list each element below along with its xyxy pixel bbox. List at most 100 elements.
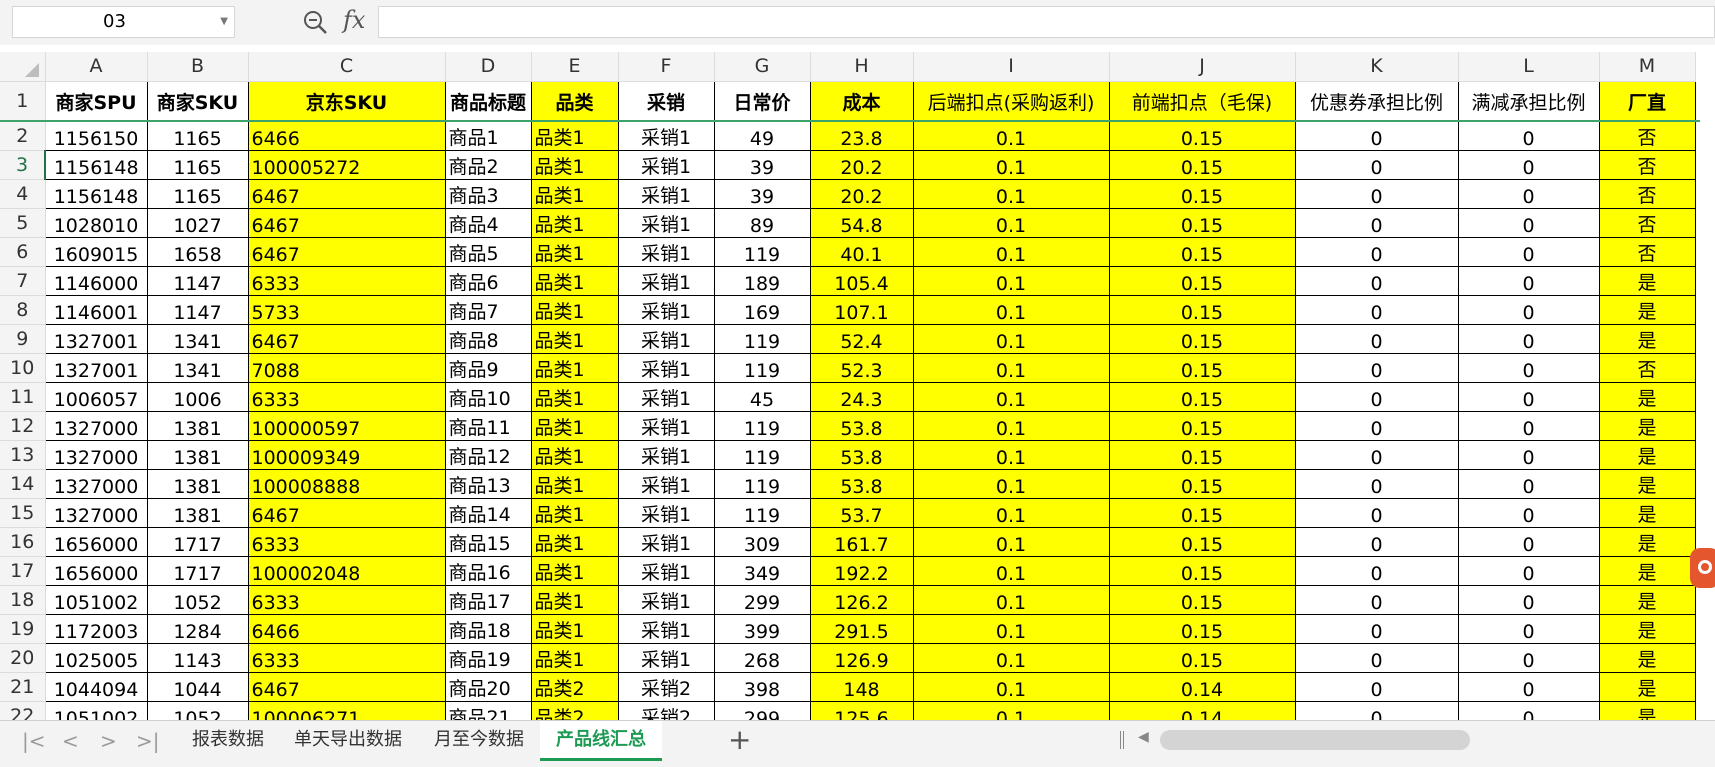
cell[interactable]: 6333 [248, 527, 446, 557]
cell[interactable]: 49 [714, 121, 811, 151]
row-header[interactable]: 6 [0, 237, 46, 267]
cell[interactable]: 1717 [147, 556, 249, 586]
cell[interactable]: 0.1 [913, 585, 1110, 615]
row-header[interactable]: 21 [0, 672, 46, 702]
cell[interactable]: 商品11 [445, 411, 532, 441]
cell[interactable]: 1147 [147, 295, 249, 325]
cell[interactable]: 是 [1599, 527, 1696, 557]
cell[interactable]: 商品2 [445, 150, 532, 180]
row-header[interactable]: 10 [0, 353, 46, 383]
cell[interactable]: 采销1 [618, 643, 715, 673]
cell[interactable]: 品类1 [531, 208, 619, 238]
cell[interactable]: 299 [714, 585, 811, 615]
cell[interactable]: 1006 [147, 382, 249, 412]
cell[interactable]: 1006057 [45, 382, 148, 412]
column-header-l[interactable]: L [1458, 52, 1600, 82]
cell[interactable]: 119 [714, 324, 811, 354]
cell[interactable]: 是 [1599, 614, 1696, 644]
cell[interactable]: 1143 [147, 643, 249, 673]
app-logo-icon[interactable] [1690, 548, 1715, 588]
cell[interactable]: 品类1 [531, 353, 619, 383]
cell[interactable]: 商品5 [445, 237, 532, 267]
cell[interactable]: 0.15 [1109, 150, 1296, 180]
cell[interactable]: 采销1 [618, 614, 715, 644]
cell[interactable]: 24.3 [810, 382, 914, 412]
cell[interactable]: 1051002 [45, 585, 148, 615]
cell[interactable]: 采销1 [618, 295, 715, 325]
cell[interactable]: 1165 [147, 121, 249, 151]
cell[interactable]: 1327000 [45, 498, 148, 528]
cell[interactable]: 品类1 [531, 585, 619, 615]
row-header[interactable]: 16 [0, 527, 46, 557]
header-cell[interactable]: 厂直 [1599, 81, 1696, 122]
cell[interactable]: 1327000 [45, 469, 148, 499]
cell[interactable]: 0.15 [1109, 643, 1296, 673]
header-cell[interactable]: 前端扣点（毛保) [1109, 81, 1296, 122]
header-cell[interactable]: 品类 [531, 81, 619, 122]
cell[interactable]: 0 [1458, 324, 1600, 354]
cell[interactable]: 0.15 [1109, 266, 1296, 296]
cell[interactable]: 0 [1458, 411, 1600, 441]
cell[interactable]: 192.2 [810, 556, 914, 586]
cell[interactable]: 0.1 [913, 382, 1110, 412]
cell[interactable]: 品类1 [531, 295, 619, 325]
cell[interactable]: 品类1 [531, 614, 619, 644]
cell[interactable]: 6466 [248, 614, 446, 644]
zoom-icon[interactable] [302, 9, 328, 35]
cell[interactable]: 是 [1599, 498, 1696, 528]
cell[interactable]: 是 [1599, 440, 1696, 470]
row-header[interactable]: 20 [0, 643, 46, 673]
function-icon[interactable]: fx [343, 6, 365, 34]
cell[interactable]: 1165 [147, 150, 249, 180]
cell[interactable]: 0 [1458, 469, 1600, 499]
row-header[interactable]: 14 [0, 469, 46, 499]
header-cell[interactable]: 采销 [618, 81, 715, 122]
cell[interactable]: 52.4 [810, 324, 914, 354]
cell[interactable]: 品类1 [531, 150, 619, 180]
column-header-e[interactable]: E [531, 52, 619, 82]
cell[interactable]: 0 [1295, 295, 1459, 325]
cell[interactable]: 1341 [147, 353, 249, 383]
cell[interactable]: 采销1 [618, 121, 715, 151]
cell[interactable]: 0 [1458, 585, 1600, 615]
cell[interactable]: 否 [1599, 353, 1696, 383]
row-header[interactable]: 7 [0, 266, 46, 296]
cell[interactable]: 商品7 [445, 295, 532, 325]
cell[interactable]: 商品6 [445, 266, 532, 296]
cell[interactable]: 1172003 [45, 614, 148, 644]
cell[interactable]: 商品13 [445, 469, 532, 499]
cell[interactable]: 0.15 [1109, 527, 1296, 557]
cell[interactable]: 采销1 [618, 353, 715, 383]
cell[interactable]: 是 [1599, 266, 1696, 296]
cell[interactable]: 是 [1599, 382, 1696, 412]
header-cell[interactable]: 后端扣点(采购返利) [913, 81, 1110, 122]
cell[interactable]: 0 [1458, 643, 1600, 673]
horizontal-scroll-thumb[interactable] [1160, 730, 1470, 750]
cell[interactable]: 1327001 [45, 353, 148, 383]
cell[interactable]: 0.1 [913, 353, 1110, 383]
column-header-g[interactable]: G [714, 52, 811, 82]
cell[interactable]: 119 [714, 411, 811, 441]
cell[interactable]: 1156148 [45, 179, 148, 209]
cell[interactable]: 100005272 [248, 150, 446, 180]
cell[interactable]: 0.1 [913, 672, 1110, 702]
cell[interactable]: 否 [1599, 179, 1696, 209]
sheet-tab[interactable]: 月至今数据 [418, 721, 540, 758]
scroll-left-icon[interactable]: ◀ [1138, 729, 1149, 745]
horizontal-scrollbar[interactable] [1160, 730, 1695, 750]
cell[interactable]: 291.5 [810, 614, 914, 644]
row-header[interactable]: 2 [0, 121, 46, 151]
column-header-a[interactable]: A [45, 52, 148, 82]
cell[interactable]: 0 [1295, 614, 1459, 644]
cell[interactable]: 0 [1458, 179, 1600, 209]
cell[interactable]: 品类1 [531, 527, 619, 557]
cell[interactable]: 品类1 [531, 556, 619, 586]
cell[interactable]: 采销1 [618, 382, 715, 412]
sheet-tab[interactable]: 报表数据 [178, 721, 278, 758]
cell[interactable]: 40.1 [810, 237, 914, 267]
cell[interactable]: 1341 [147, 324, 249, 354]
cell[interactable]: 0 [1295, 353, 1459, 383]
cell[interactable]: 0 [1458, 353, 1600, 383]
row-header[interactable]: 1 [0, 81, 46, 122]
cell[interactable]: 0 [1295, 585, 1459, 615]
